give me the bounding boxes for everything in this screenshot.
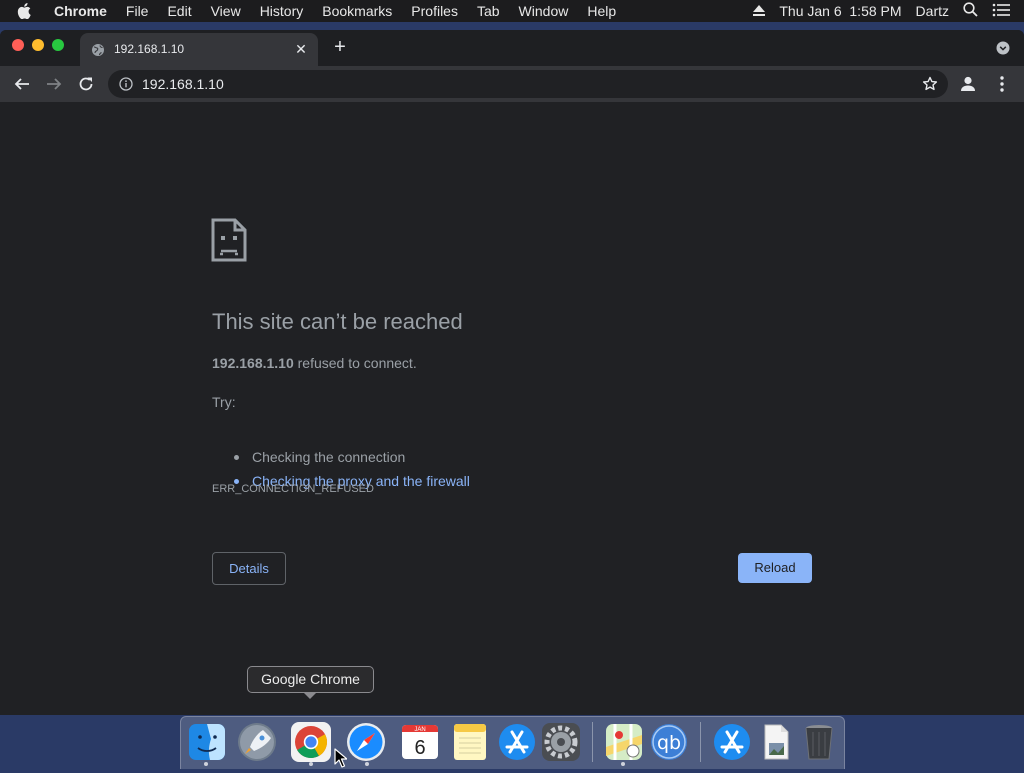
running-indicator bbox=[204, 762, 208, 766]
bookmark-star-icon[interactable] bbox=[922, 76, 938, 97]
trash-icon[interactable] bbox=[798, 721, 840, 763]
back-arrow-icon[interactable] bbox=[12, 74, 32, 94]
address-bar[interactable]: 192.168.1.10 bbox=[108, 70, 948, 98]
bullet bbox=[234, 454, 239, 460]
menu-profiles[interactable]: Profiles bbox=[411, 0, 458, 22]
tab-active[interactable]: 192.168.1.10 ✕ bbox=[80, 33, 318, 66]
dock-tooltip: Google Chrome bbox=[247, 666, 374, 699]
preview-icon[interactable] bbox=[755, 721, 797, 763]
menu-view[interactable]: View bbox=[211, 0, 241, 22]
calendar-month: JAN bbox=[414, 727, 425, 733]
zoom-window-button[interactable] bbox=[52, 39, 64, 51]
menu-bookmarks[interactable]: Bookmarks bbox=[322, 0, 392, 22]
running-indicator bbox=[621, 762, 625, 766]
error-host: 192.168.1.10 bbox=[212, 355, 294, 371]
error-message: 192.168.1.10 refused to connect. bbox=[212, 355, 417, 371]
suggestion-text: Checking the connection bbox=[252, 449, 406, 465]
dock-separator bbox=[592, 722, 593, 762]
reload-icon[interactable] bbox=[76, 74, 96, 94]
forward-arrow-icon[interactable] bbox=[44, 74, 64, 94]
launchpad-icon[interactable] bbox=[236, 721, 278, 763]
profile-avatar-icon[interactable] bbox=[958, 74, 978, 99]
sad-page-icon bbox=[211, 218, 247, 267]
details-button[interactable]: Details bbox=[212, 552, 286, 585]
tab-close-icon[interactable]: ✕ bbox=[293, 41, 309, 57]
minimize-window-button[interactable] bbox=[32, 39, 44, 51]
error-code: ERR_CONNECTION_REFUSED bbox=[212, 483, 374, 495]
eject-icon[interactable] bbox=[753, 3, 766, 19]
tab-strip: 192.168.1.10 ✕ + bbox=[0, 30, 1024, 66]
spotlight-search-icon[interactable] bbox=[963, 2, 978, 20]
menu-file[interactable]: File bbox=[126, 0, 149, 22]
dock-separator bbox=[700, 722, 701, 762]
menu-app-chrome[interactable]: Chrome bbox=[54, 0, 107, 22]
tab-search-icon[interactable] bbox=[996, 41, 1010, 60]
finder-icon[interactable] bbox=[186, 721, 228, 763]
menu-window[interactable]: Window bbox=[519, 0, 569, 22]
menu-tab[interactable]: Tab bbox=[477, 0, 500, 22]
error-page: This site can’t be reached 192.168.1.10 … bbox=[0, 102, 1024, 715]
menu-help[interactable]: Help bbox=[587, 0, 616, 22]
try-label: Try: bbox=[212, 394, 236, 410]
running-indicator bbox=[309, 762, 313, 766]
maps-icon[interactable] bbox=[603, 721, 645, 763]
new-tab-icon[interactable]: + bbox=[330, 37, 350, 57]
system-preferences-icon[interactable] bbox=[540, 721, 582, 763]
more-menu-icon[interactable] bbox=[994, 74, 1010, 99]
tab-title: 192.168.1.10 bbox=[114, 42, 185, 56]
app-store-icon[interactable] bbox=[711, 721, 753, 763]
calendar-icon[interactable]: JAN 6 bbox=[399, 721, 441, 763]
menu-edit[interactable]: Edit bbox=[167, 0, 191, 22]
menu-bar: Chrome File Edit View History Bookmarks … bbox=[0, 0, 1024, 22]
browser-toolbar: 192.168.1.10 bbox=[0, 66, 1024, 102]
site-info-icon[interactable] bbox=[119, 77, 133, 96]
error-message-text: refused to connect. bbox=[293, 355, 417, 371]
error-title: This site can’t be reached bbox=[212, 309, 463, 334]
google-chrome-icon[interactable] bbox=[290, 721, 332, 763]
menubar-clock[interactable]: Thu Jan 6 1:58 PM bbox=[779, 3, 901, 19]
menu-history[interactable]: History bbox=[260, 0, 304, 22]
close-window-button[interactable] bbox=[12, 39, 24, 51]
calendar-day: 6 bbox=[414, 737, 425, 759]
apple-menu-icon[interactable] bbox=[17, 3, 39, 19]
mouse-cursor-icon bbox=[334, 748, 348, 773]
qbittorrent-icon[interactable]: qb bbox=[648, 721, 690, 763]
app-store-icon[interactable] bbox=[496, 721, 538, 763]
menubar-user[interactable]: Dartz bbox=[916, 3, 949, 19]
dock: JAN 6 qb bbox=[180, 716, 845, 769]
qbittorrent-label: qb bbox=[657, 732, 681, 754]
browser-window: 192.168.1.10 ✕ + 192.168.1.10 This site … bbox=[0, 30, 1024, 715]
running-indicator bbox=[365, 762, 369, 766]
safari-icon[interactable] bbox=[345, 721, 387, 763]
reload-button[interactable]: Reload bbox=[738, 553, 812, 583]
suggestion-check-connection: Checking the connection bbox=[234, 449, 405, 465]
control-center-icon[interactable] bbox=[992, 3, 1010, 20]
globe-icon bbox=[91, 43, 105, 62]
notes-icon[interactable] bbox=[449, 721, 491, 763]
url-text[interactable]: 192.168.1.10 bbox=[142, 76, 224, 92]
